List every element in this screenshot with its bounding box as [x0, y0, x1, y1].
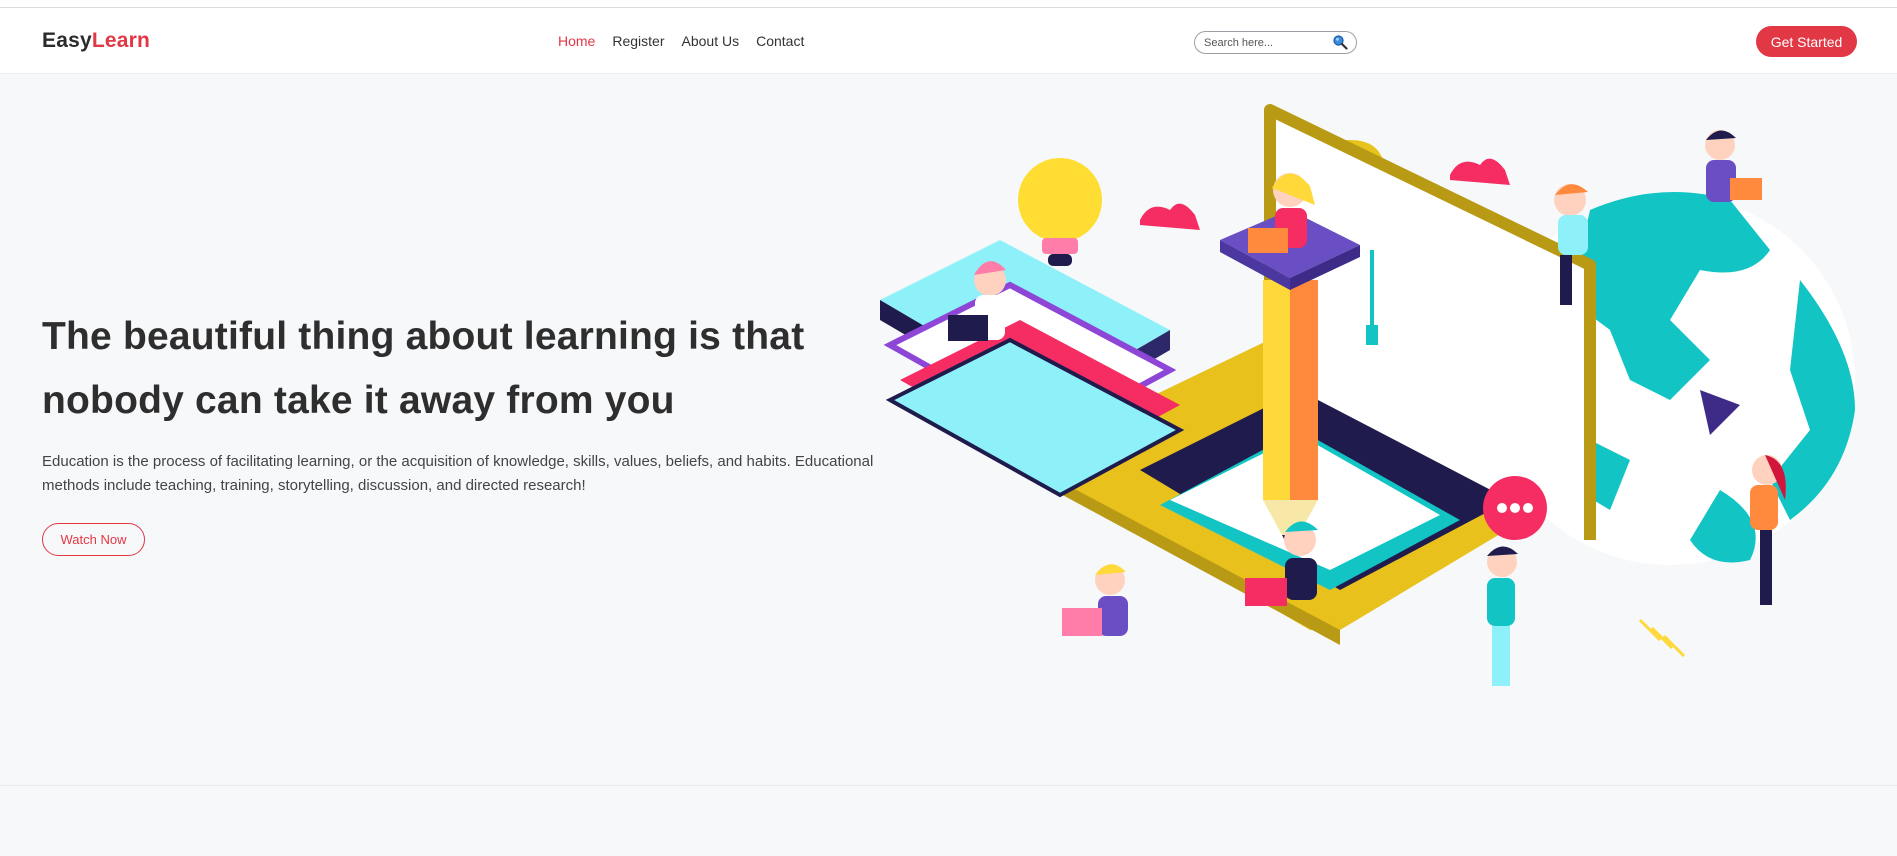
- top-border: [0, 0, 1897, 8]
- nav-item-register[interactable]: Register: [612, 33, 664, 49]
- person-standing-bottom: [1487, 546, 1518, 686]
- search-icon[interactable]: [1332, 34, 1348, 50]
- header-bar: EasyLearn Home Register About Us Contact…: [0, 8, 1897, 74]
- person-on-cap: [1248, 173, 1315, 253]
- nav-item-home[interactable]: Home: [558, 33, 595, 49]
- nav-item-contact[interactable]: Contact: [756, 33, 804, 49]
- logo-text-primary: Easy: [42, 29, 92, 52]
- watch-now-button[interactable]: Watch Now: [42, 523, 145, 556]
- section-divider: [0, 785, 1897, 786]
- person-sitting-bottom-left: [1062, 564, 1128, 636]
- chat-bubble-icon: [1483, 476, 1547, 540]
- hero-title-line-1: The beautiful thing about learning is th…: [42, 315, 805, 358]
- logo-text-accent: Learn: [91, 29, 151, 52]
- get-started-button[interactable]: Get Started: [1756, 26, 1857, 57]
- person-on-pin: [1705, 130, 1762, 202]
- search-input[interactable]: [1204, 35, 1332, 50]
- nav-item-about-us[interactable]: About Us: [682, 33, 740, 49]
- search-box: [1194, 31, 1357, 54]
- sparkle-decoration: [1638, 618, 1686, 658]
- hero-title: The beautiful thing about learning is th…: [42, 305, 872, 433]
- main-nav: Home Register About Us Contact: [558, 33, 804, 49]
- lightbulb-icon: [1018, 158, 1102, 266]
- hero-title-line-2: nobody can take it away from you: [42, 379, 675, 422]
- hero-description: Education is the process of facilitating…: [42, 453, 874, 494]
- hero-illustration: [880, 104, 1855, 686]
- logo[interactable]: EasyLearn: [42, 29, 150, 53]
